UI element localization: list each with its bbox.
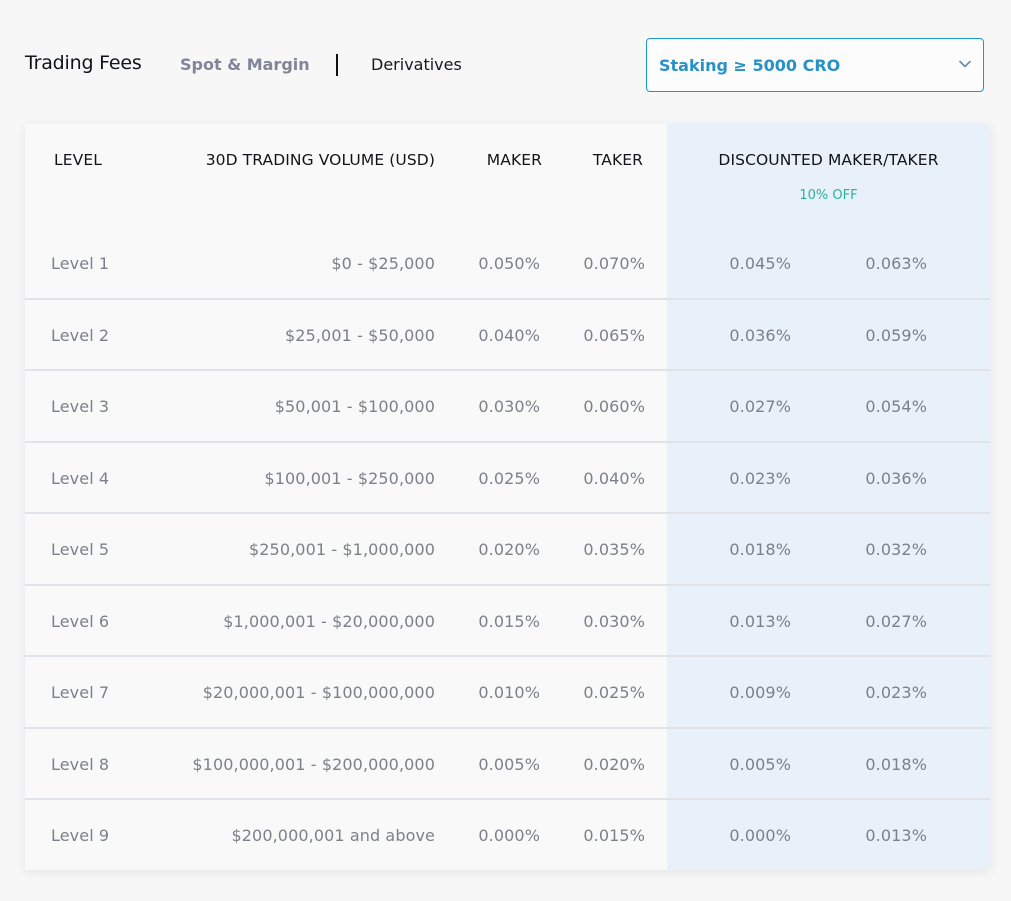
- cell-discounted-taker: 0.059%: [865, 325, 927, 345]
- table-row: Level 5 $250,001 - $1,000,000 0.020% 0.0…: [25, 514, 990, 586]
- tab-derivatives[interactable]: Derivatives: [371, 55, 462, 74]
- column-header-volume: 30D TRADING VOLUME (USD): [205, 151, 435, 169]
- cell-level: Level 2: [51, 325, 110, 345]
- cell-discounted-maker: 0.000%: [729, 826, 791, 845]
- chevron-down-icon: [959, 60, 971, 68]
- tab-spot-margin[interactable]: Spot & Margin: [180, 55, 310, 74]
- cell-level: Level 6: [51, 611, 110, 631]
- cell-taker: 0.040%: [583, 468, 645, 488]
- page-header: Trading Fees Spot & Margin Derivatives S…: [25, 38, 985, 92]
- cell-taker: 0.030%: [583, 611, 645, 631]
- cell-taker: 0.025%: [583, 683, 645, 702]
- cell-volume: $25,001 - $50,000: [285, 325, 435, 345]
- cell-maker: 0.010%: [478, 683, 540, 702]
- cell-discounted-taker: 0.013%: [865, 826, 927, 845]
- cell-taker: 0.035%: [583, 540, 645, 559]
- cell-taker: 0.015%: [583, 826, 645, 845]
- cell-volume: $1,000,001 - $20,000,000: [223, 611, 435, 631]
- cell-maker: 0.030%: [478, 397, 540, 416]
- table-row: Level 7 $20,000,001 - $100,000,000 0.010…: [25, 657, 990, 729]
- column-header-discounted: DISCOUNTED MAKER/TAKER: [718, 151, 939, 169]
- cell-discounted-taker: 0.018%: [865, 754, 927, 774]
- column-header-maker: MAKER: [486, 151, 542, 169]
- fee-table: LEVEL 30D TRADING VOLUME (USD) MAKER TAK…: [25, 124, 990, 870]
- cell-level: Level 5: [51, 540, 110, 559]
- cell-maker: 0.050%: [478, 254, 540, 273]
- cell-taker: 0.065%: [583, 325, 645, 345]
- cell-discounted-maker: 0.013%: [729, 611, 791, 631]
- cell-discounted-taker: 0.063%: [865, 254, 927, 273]
- table-row: Level 3 $50,001 - $100,000 0.030% 0.060%…: [25, 371, 990, 443]
- cell-level: Level 1: [51, 254, 110, 273]
- cell-maker: 0.040%: [478, 325, 540, 345]
- cell-maker: 0.015%: [478, 611, 540, 631]
- cell-maker: 0.005%: [478, 754, 540, 774]
- cell-maker: 0.000%: [478, 826, 540, 845]
- cell-level: Level 8: [51, 754, 110, 774]
- cell-discounted-taker: 0.027%: [865, 611, 927, 631]
- staking-tier-dropdown[interactable]: Staking ≥ 5000 CRO: [646, 38, 984, 92]
- cell-discounted-maker: 0.045%: [729, 254, 791, 273]
- cell-discounted-maker: 0.036%: [729, 325, 791, 345]
- table-row: Level 9 $200,000,001 and above 0.000% 0.…: [25, 800, 990, 872]
- table-row: Level 4 $100,001 - $250,000 0.025% 0.040…: [25, 443, 990, 514]
- cell-level: Level 3: [51, 397, 110, 416]
- cell-discounted-taker: 0.054%: [865, 397, 927, 416]
- cell-level: Level 7: [51, 683, 110, 702]
- column-header-level: LEVEL: [54, 151, 102, 169]
- cell-discounted-maker: 0.027%: [729, 397, 791, 416]
- page-title: Trading Fees: [25, 52, 142, 74]
- cell-volume: $50,001 - $100,000: [274, 397, 435, 416]
- dropdown-selected-value: Staking ≥ 5000 CRO: [659, 56, 841, 75]
- table-body: Level 1 $0 - $25,000 0.050% 0.070% 0.045…: [25, 228, 990, 872]
- cell-discounted-taker: 0.036%: [865, 468, 927, 488]
- cell-maker: 0.020%: [478, 540, 540, 559]
- column-header-taker: TAKER: [592, 151, 643, 169]
- cell-discounted-maker: 0.023%: [729, 468, 791, 488]
- cell-taker: 0.070%: [583, 254, 645, 273]
- cell-taker: 0.020%: [583, 754, 645, 774]
- table-row: Level 6 $1,000,001 - $20,000,000 0.015% …: [25, 586, 990, 657]
- cell-volume: $200,000,001 and above: [231, 826, 435, 845]
- cell-discounted-taker: 0.032%: [865, 540, 927, 559]
- cell-volume: $100,000,001 - $200,000,000: [192, 754, 435, 774]
- table-row: Level 2 $25,001 - $50,000 0.040% 0.065% …: [25, 300, 990, 371]
- cell-discounted-maker: 0.009%: [729, 683, 791, 702]
- cell-volume: $0 - $25,000: [331, 254, 435, 273]
- table-row: Level 1 $0 - $25,000 0.050% 0.070% 0.045…: [25, 228, 990, 300]
- cell-volume: $250,001 - $1,000,000: [249, 540, 435, 559]
- table-row: Level 8 $100,000,001 - $200,000,000 0.00…: [25, 729, 990, 800]
- cell-level: Level 9: [51, 826, 110, 845]
- cell-discounted-maker: 0.018%: [729, 540, 791, 559]
- cell-discounted-maker: 0.005%: [729, 754, 791, 774]
- cell-volume: $100,001 - $250,000: [264, 468, 435, 488]
- cell-maker: 0.025%: [478, 468, 540, 488]
- tab-divider: [336, 54, 338, 76]
- cell-volume: $20,000,001 - $100,000,000: [202, 683, 435, 702]
- discount-badge: 10% OFF: [799, 188, 858, 203]
- cell-level: Level 4: [51, 468, 110, 488]
- cell-taker: 0.060%: [583, 397, 645, 416]
- cell-discounted-taker: 0.023%: [865, 683, 927, 702]
